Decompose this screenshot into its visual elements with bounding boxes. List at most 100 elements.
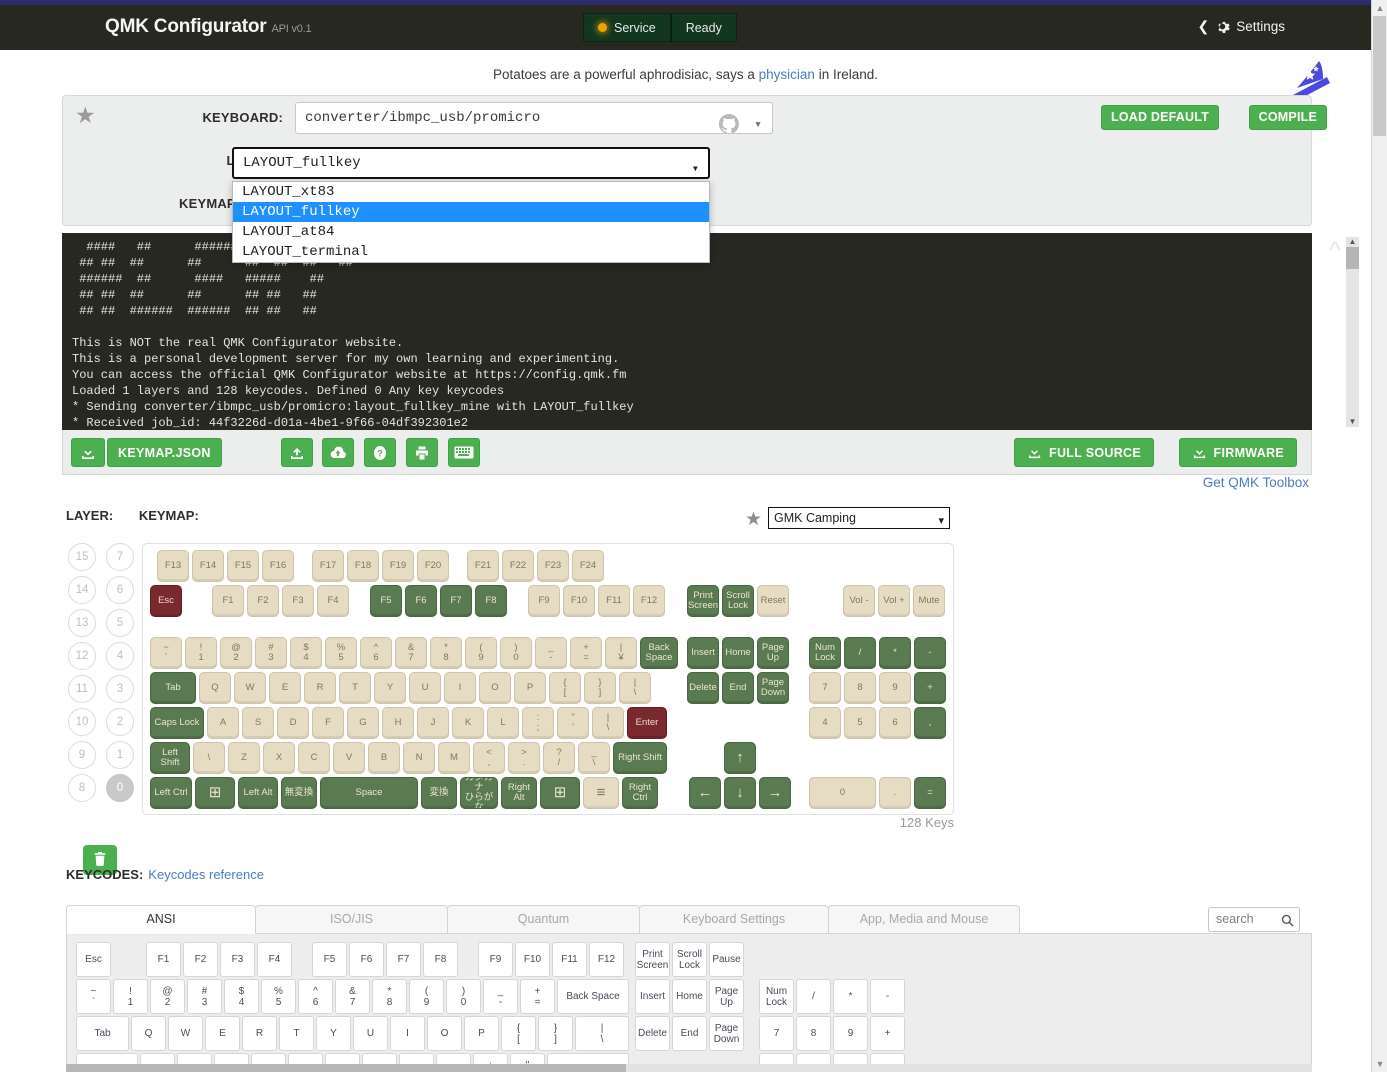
keymap-key[interactable]: F4: [317, 585, 349, 617]
layer-button-0[interactable]: 0: [106, 774, 134, 802]
layout-option-0[interactable]: LAYOUT_xt83: [233, 182, 709, 202]
keymap-key[interactable]: Insert: [687, 637, 719, 669]
keymap-key[interactable]: ↓: [724, 777, 756, 809]
keymap-key[interactable]: @2: [220, 637, 252, 669]
keymap-key[interactable]: <,: [473, 742, 505, 774]
keycode-button[interactable]: I: [390, 1016, 425, 1051]
keymap-key[interactable]: F6: [405, 585, 437, 617]
console-scroll-thumb[interactable]: [1346, 247, 1359, 269]
cloud-upload-button[interactable]: [322, 438, 354, 467]
keymap-key[interactable]: F14: [192, 550, 224, 582]
keycode-button[interactable]: Delete: [635, 1016, 670, 1051]
keymap-key[interactable]: F15: [227, 550, 259, 582]
keymap-key[interactable]: Vol +: [878, 585, 910, 617]
keymap-keyboard-visual[interactable]: F13F14F15F16F17F18F19F20F21F22F23F24EscF…: [142, 543, 954, 815]
keycode-button[interactable]: Esc: [76, 942, 111, 977]
keymap-key[interactable]: 5: [844, 707, 876, 739]
load-default-button[interactable]: LOAD DEFAULT: [1101, 105, 1219, 130]
keycode-button[interactable]: O: [427, 1016, 462, 1051]
keymap-key[interactable]: L: [487, 707, 519, 739]
favorite-keyboard-star-icon[interactable]: ★: [75, 102, 96, 129]
keymap-key[interactable]: -: [914, 637, 946, 669]
keymap-key[interactable]: Caps Lock: [150, 707, 204, 739]
keycodes-horizontal-scrollbar[interactable]: [66, 1064, 1312, 1072]
keymap-key[interactable]: F23: [537, 550, 569, 582]
keymap-key[interactable]: |\: [592, 707, 624, 739]
keymap-key[interactable]: U: [409, 672, 441, 704]
keymap-key[interactable]: 7: [809, 672, 841, 704]
keymap-key[interactable]: B: [368, 742, 400, 774]
keycode-button[interactable]: 8: [796, 1016, 831, 1051]
keycode-button[interactable]: F3: [220, 942, 255, 977]
keymap-key[interactable]: F24: [572, 550, 604, 582]
keymap-key[interactable]: F7: [440, 585, 472, 617]
keycode-button[interactable]: !1: [113, 979, 148, 1014]
keymap-key[interactable]: {[: [549, 672, 581, 704]
keymap-key[interactable]: ≡: [583, 777, 619, 809]
keymap-key[interactable]: ?/: [543, 742, 575, 774]
keymap-key[interactable]: R: [304, 672, 336, 704]
keymap-key[interactable]: Right Shift: [613, 742, 667, 774]
keymap-key[interactable]: C: [298, 742, 330, 774]
keycode-button[interactable]: {[: [501, 1016, 536, 1051]
keymap-key[interactable]: Y: [374, 672, 406, 704]
keymap-key[interactable]: =: [914, 777, 946, 809]
scroll-down-arrow-icon[interactable]: ▼: [1372, 1056, 1387, 1072]
keymap-key[interactable]: F21: [467, 550, 499, 582]
keymap-key[interactable]: ↑: [724, 742, 756, 774]
keymap-key[interactable]: Left Alt: [238, 777, 278, 809]
keymap-key[interactable]: 無変換: [281, 777, 317, 809]
layout-option-3[interactable]: LAYOUT_terminal: [233, 242, 709, 262]
layout-dropdown[interactable]: LAYOUT_fullkey ▾ LAYOUT_xt83LAYOUT_fullk…: [232, 147, 710, 263]
keycode-button[interactable]: Q: [131, 1016, 166, 1051]
keycode-button[interactable]: E: [205, 1016, 240, 1051]
keymap-key[interactable]: H: [382, 707, 414, 739]
keymap-key[interactable]: +: [914, 672, 946, 704]
keycode-button[interactable]: W: [168, 1016, 203, 1051]
scroll-up-arrow-icon[interactable]: ▲: [1346, 237, 1359, 247]
keymap-key[interactable]: F8: [475, 585, 507, 617]
keymap-key[interactable]: PrintScreen: [687, 585, 719, 617]
keycodes-panel[interactable]: EscF1F2F3F4F5F6F7F8F9F10F11F12PrintScree…: [66, 934, 1312, 1072]
keymap-key[interactable]: F12: [633, 585, 665, 617]
keymap-key[interactable]: )0: [500, 637, 532, 669]
layout-option-2[interactable]: LAYOUT_at84: [233, 222, 709, 242]
keymap-key[interactable]: RightCtrl: [622, 777, 658, 809]
keymap-key[interactable]: E: [269, 672, 301, 704]
keymap-key[interactable]: (9: [465, 637, 497, 669]
keymap-key[interactable]: J: [417, 707, 449, 739]
keymap-key[interactable]: N: [403, 742, 435, 774]
keymap-key[interactable]: M: [438, 742, 470, 774]
service-button[interactable]: Service: [583, 13, 671, 42]
keymap-key[interactable]: |\: [619, 672, 651, 704]
keymap-key[interactable]: |¥: [605, 637, 637, 669]
keymap-key[interactable]: ScrollLock: [722, 585, 754, 617]
keymap-key[interactable]: 変換: [421, 777, 457, 809]
keymap-key[interactable]: カタカナひらがな: [460, 777, 498, 809]
layer-button-9[interactable]: 9: [68, 741, 96, 769]
keycode-button[interactable]: )0: [446, 979, 481, 1014]
keymap-key[interactable]: A: [207, 707, 239, 739]
keycode-button[interactable]: F1: [146, 942, 181, 977]
layer-button-5[interactable]: 5: [106, 609, 134, 637]
github-icon[interactable]: [719, 114, 739, 134]
keymap-key[interactable]: F18: [347, 550, 379, 582]
keymap-key[interactable]: Vol -: [843, 585, 875, 617]
keycode-button[interactable]: #3: [187, 979, 222, 1014]
layer-button-13[interactable]: 13: [68, 609, 96, 637]
keymap-key[interactable]: G: [347, 707, 379, 739]
keycode-button[interactable]: Pause: [709, 942, 744, 977]
scroll-down-arrow-icon[interactable]: ▼: [1346, 417, 1359, 427]
keymap-key[interactable]: F5: [370, 585, 402, 617]
keycode-button[interactable]: ~`: [76, 979, 111, 1014]
keymap-key[interactable]: Tab: [150, 672, 196, 704]
print-button[interactable]: [406, 438, 438, 467]
keymap-key[interactable]: 0: [809, 777, 876, 809]
keymap-key[interactable]: ⊞: [540, 777, 580, 809]
layer-selector[interactable]: 1571461351241131029180: [68, 543, 134, 807]
keymap-key[interactable]: 8: [844, 672, 876, 704]
keymap-key[interactable]: ⊞: [195, 777, 235, 809]
keymap-key[interactable]: K: [452, 707, 484, 739]
keycode-button[interactable]: +=: [520, 979, 555, 1014]
keymap-key[interactable]: W: [234, 672, 266, 704]
